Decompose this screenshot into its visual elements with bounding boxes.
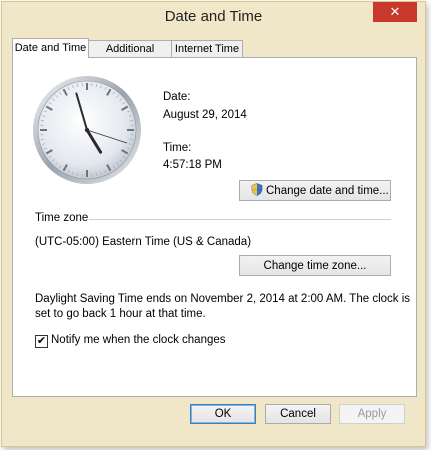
window-title: Date and Time bbox=[164, 8, 263, 25]
clock-center bbox=[84, 127, 90, 133]
notify-label[interactable]: Notify me when the clock changes bbox=[51, 334, 226, 346]
change-time-zone-button[interactable]: Change time zone... bbox=[239, 255, 391, 276]
uac-shield-icon bbox=[251, 183, 263, 196]
cancel-button[interactable]: Cancel bbox=[265, 404, 331, 424]
dst-notice-line2: set to go back 1 hour at that time. bbox=[35, 308, 206, 320]
ok-button[interactable]: OK bbox=[190, 404, 256, 424]
time-value: 4:57:18 PM bbox=[163, 159, 222, 171]
tab-additional-clocks[interactable]: Additional Clocks bbox=[88, 40, 172, 71]
change-date-time-label: Change date and time... bbox=[266, 185, 389, 197]
time-zone-divider bbox=[89, 219, 391, 220]
time-label: Time: bbox=[163, 142, 192, 154]
tab-date-and-time[interactable]: Date and Time bbox=[12, 38, 89, 58]
close-icon: ✕ bbox=[389, 4, 401, 19]
time-zone-heading: Time zone bbox=[35, 212, 89, 224]
analog-clock bbox=[33, 76, 141, 184]
tab-internet-time[interactable]: Internet Time bbox=[171, 40, 243, 57]
time-zone-value: (UTC-05:00) Eastern Time (US & Canada) bbox=[35, 236, 252, 248]
notify-checkbox[interactable]: ✔ bbox=[35, 335, 48, 348]
checkmark-icon: ✔ bbox=[36, 335, 47, 347]
apply-button[interactable]: Apply bbox=[339, 404, 405, 424]
tab-panel: Date: August 29, 2014 Time: 4:57:18 PM C… bbox=[12, 57, 417, 397]
change-date-time-button[interactable]: Change date and time... bbox=[239, 180, 391, 201]
date-time-dialog: Date and Time ✕ Date and Time Additional… bbox=[1, 1, 426, 447]
date-value: August 29, 2014 bbox=[163, 109, 247, 121]
close-button[interactable]: ✕ bbox=[373, 2, 417, 22]
title-bar[interactable]: Date and Time ✕ bbox=[2, 2, 425, 32]
date-label: Date: bbox=[163, 91, 191, 103]
dst-notice-line1: Daylight Saving Time ends on November 2,… bbox=[35, 293, 411, 305]
